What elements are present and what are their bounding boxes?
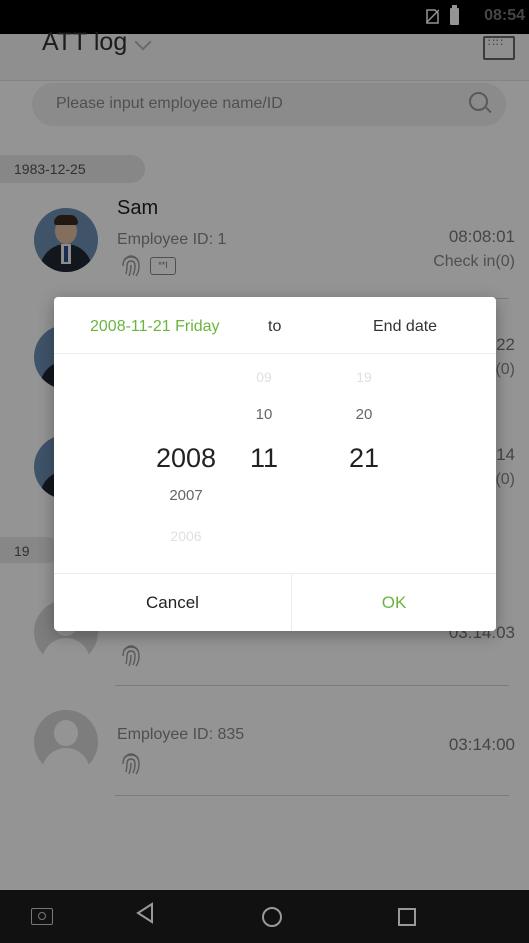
year-selected[interactable]: 2008 [146,443,226,474]
ok-button[interactable]: OK [292,574,496,631]
month-option[interactable]: 09 [244,369,284,385]
back-icon[interactable] [136,902,154,924]
date-range-dialog: 2008-11-21 Friday to End date 2008 2007 … [54,297,496,631]
start-date-tab[interactable]: 2008-11-21 Friday [90,318,220,336]
day-selected[interactable]: 21 [344,443,384,474]
date-range-header: 2008-11-21 Friday to End date [54,297,496,354]
year-option[interactable]: 2006 [146,528,226,544]
screenshot-icon[interactable] [31,908,53,925]
year-option[interactable]: 2007 [146,487,226,504]
home-icon[interactable] [262,907,282,927]
month-option[interactable]: 10 [244,406,284,423]
month-selected[interactable]: 11 [244,443,284,474]
end-date-tab[interactable]: End date [373,318,437,336]
cancel-button[interactable]: Cancel [54,574,292,631]
dialog-footer: Cancel OK [54,573,496,631]
system-nav-bar [0,890,529,943]
day-option[interactable]: 19 [344,369,384,385]
range-separator: to [268,318,282,335]
recent-apps-icon[interactable] [398,908,416,926]
day-option[interactable]: 20 [344,406,384,423]
